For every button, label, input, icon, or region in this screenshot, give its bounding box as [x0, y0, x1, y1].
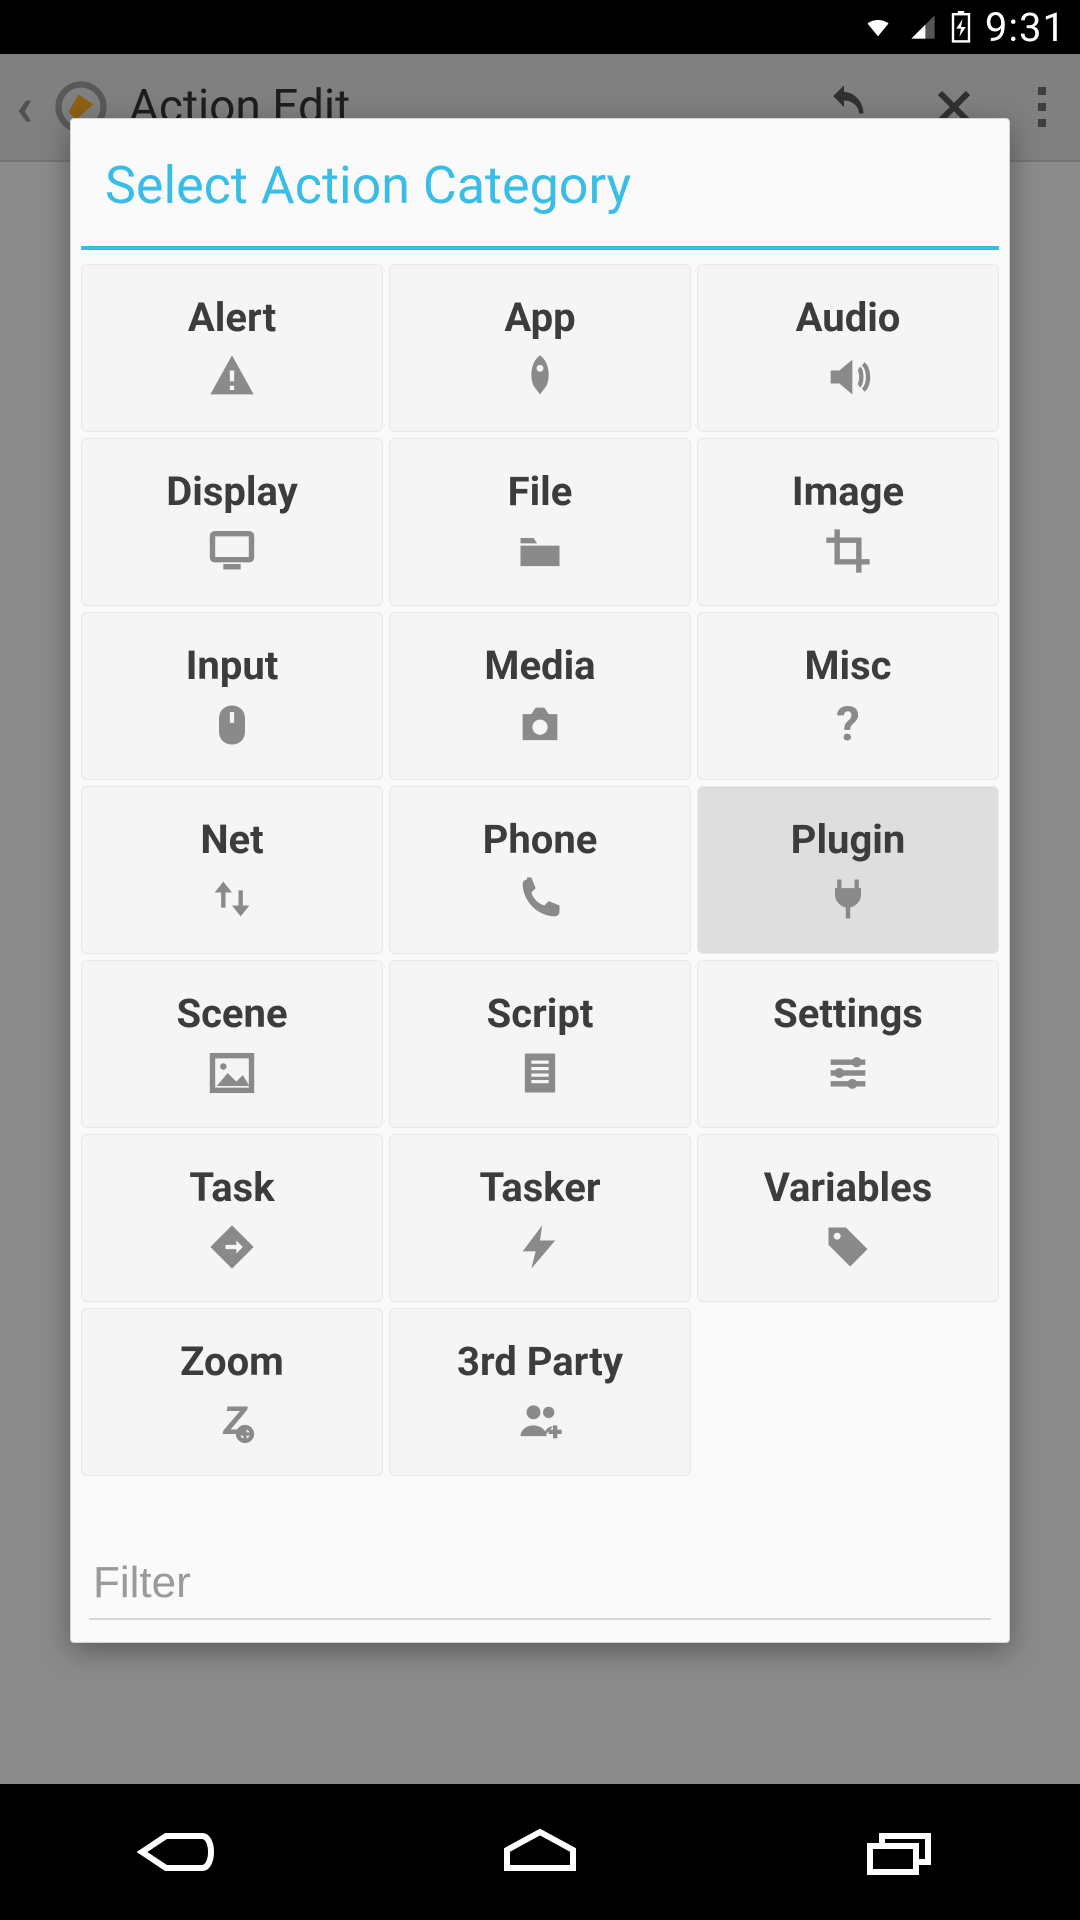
- directions-icon: [206, 1221, 258, 1273]
- category-label: Plugin: [791, 816, 906, 863]
- category-input[interactable]: Input: [81, 612, 383, 780]
- category-image[interactable]: Image: [697, 438, 999, 606]
- document-icon: [514, 1047, 566, 1099]
- category-label: Variables: [764, 1164, 933, 1211]
- category-script[interactable]: Script: [389, 960, 691, 1128]
- nav-home-button[interactable]: [470, 1812, 610, 1892]
- cell-signal-icon: [909, 13, 937, 41]
- plug-icon: [822, 873, 874, 925]
- category-label: Audio: [796, 294, 901, 341]
- category-3rd-party[interactable]: 3rd Party: [389, 1308, 691, 1476]
- category-label: Tasker: [479, 1164, 600, 1211]
- category-label: Scene: [176, 990, 287, 1037]
- dialog-title: Select Action Category: [71, 119, 1009, 246]
- category-label: Script: [487, 990, 594, 1037]
- category-label: Settings: [773, 990, 923, 1037]
- group-add-icon: [514, 1395, 566, 1447]
- category-alert[interactable]: Alert: [81, 264, 383, 432]
- category-label: Image: [792, 468, 904, 515]
- crop-icon: [822, 525, 874, 577]
- category-label: Task: [189, 1164, 274, 1211]
- wifi-icon: [861, 13, 895, 41]
- category-task[interactable]: Task: [81, 1134, 383, 1302]
- category-grid: Alert App Audio Display File Image Input Media M…: [71, 250, 1009, 1540]
- lightning-icon: [514, 1221, 566, 1273]
- sliders-icon: [822, 1047, 874, 1099]
- category-label: Phone: [483, 816, 598, 863]
- category-label: Input: [186, 642, 279, 689]
- rocket-icon: [514, 351, 566, 403]
- tag-icon: [822, 1221, 874, 1273]
- android-navbar: [0, 1784, 1080, 1920]
- folder-icon: [514, 525, 566, 577]
- category-zoom[interactable]: Zoom: [81, 1308, 383, 1476]
- category-label: Net: [200, 816, 263, 863]
- category-audio[interactable]: Audio: [697, 264, 999, 432]
- category-label: Zoom: [180, 1338, 284, 1385]
- category-label: Misc: [805, 642, 892, 689]
- speaker-icon: [822, 351, 874, 403]
- phone-icon: [514, 873, 566, 925]
- battery-charging-icon: [951, 11, 971, 43]
- category-label: File: [508, 468, 573, 515]
- category-label: Display: [166, 468, 297, 515]
- zoom-icon: [206, 1395, 258, 1447]
- category-plugin[interactable]: Plugin: [697, 786, 999, 954]
- category-label: 3rd Party: [457, 1338, 623, 1385]
- category-app[interactable]: App: [389, 264, 691, 432]
- category-phone[interactable]: Phone: [389, 786, 691, 954]
- category-net[interactable]: Net: [81, 786, 383, 954]
- category-settings[interactable]: Settings: [697, 960, 999, 1128]
- select-action-category-dialog: Select Action Category Alert App Audio Disp…: [70, 118, 1010, 1643]
- category-display[interactable]: Display: [81, 438, 383, 606]
- category-variables[interactable]: Variables: [697, 1134, 999, 1302]
- mouse-icon: [206, 699, 258, 751]
- statusbar-clock: 9:31: [985, 4, 1066, 51]
- updown-icon: [206, 873, 258, 925]
- filter-input[interactable]: [89, 1548, 991, 1620]
- category-label: App: [504, 294, 575, 341]
- nav-recent-button[interactable]: [830, 1812, 970, 1892]
- category-misc[interactable]: Misc: [697, 612, 999, 780]
- question-icon: [822, 699, 874, 751]
- category-file[interactable]: File: [389, 438, 691, 606]
- nav-back-button[interactable]: [110, 1812, 250, 1892]
- category-label: Media: [484, 642, 595, 689]
- category-label: Alert: [188, 294, 276, 341]
- category-tasker[interactable]: Tasker: [389, 1134, 691, 1302]
- camera-icon: [514, 699, 566, 751]
- category-media[interactable]: Media: [389, 612, 691, 780]
- category-scene[interactable]: Scene: [81, 960, 383, 1128]
- picture-icon: [206, 1047, 258, 1099]
- alert-icon: [206, 351, 258, 403]
- monitor-icon: [206, 525, 258, 577]
- android-statusbar: 9:31: [0, 0, 1080, 54]
